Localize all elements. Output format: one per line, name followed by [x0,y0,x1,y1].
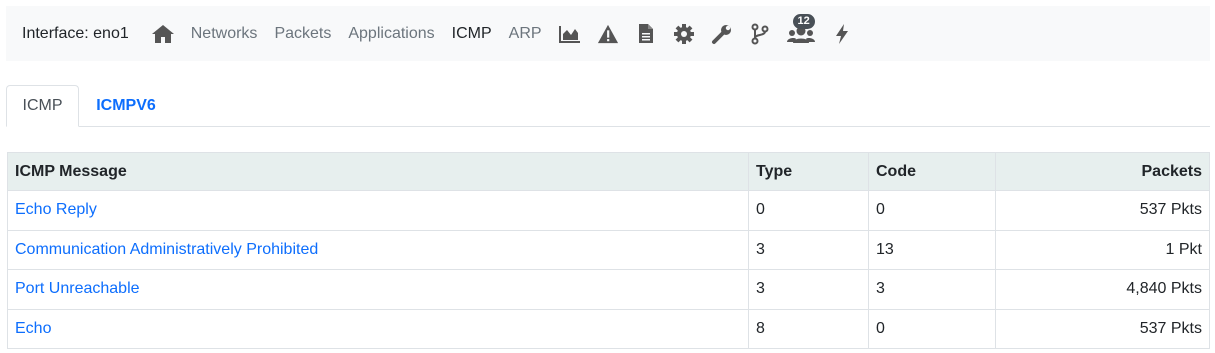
packets-cell: 1 Pkt [995,229,1210,270]
nav-packets[interactable]: Packets [274,25,331,43]
packets-cell: 537 Pkts [995,190,1210,231]
tab-bar: ICMP ICMPV6 [6,85,1210,127]
nav-arp[interactable]: ARP [509,25,542,43]
wrench-icon[interactable] [711,23,733,45]
branch-icon[interactable] [749,23,771,45]
packets-cell: 4,840 Pkts [995,269,1210,310]
table-row: Communication Administratively Prohibite… [7,229,1210,270]
icmp-message-link[interactable]: Echo [15,320,51,337]
nav-applications[interactable]: Applications [348,25,434,43]
warning-icon[interactable] [597,23,619,45]
nav-icmp[interactable]: ICMP [452,25,492,43]
bolt-icon[interactable] [831,23,853,45]
table-row: Echo Reply 0 0 537 Pkts [7,190,1210,231]
nav-networks[interactable]: Networks [191,25,258,43]
tab-icmp[interactable]: ICMP [6,85,79,127]
gear-icon[interactable] [673,23,695,45]
users-icon[interactable]: 12 [786,13,815,45]
column-header-type[interactable]: Type [748,152,869,191]
table-row: Port Unreachable 3 3 4,840 Pkts [7,269,1210,310]
column-header-message[interactable]: ICMP Message [7,152,749,191]
table-row: Echo 8 0 537 Pkts [7,308,1210,349]
tab-icmpv6[interactable]: ICMPV6 [79,85,173,127]
code-cell: 3 [868,269,996,310]
type-cell: 3 [748,269,869,310]
code-cell: 0 [868,308,996,349]
document-icon[interactable] [635,23,657,45]
type-cell: 3 [748,229,869,270]
packets-cell: 537 Pkts [995,308,1210,349]
icmp-message-link[interactable]: Communication Administratively Prohibite… [15,241,318,258]
type-cell: 8 [748,308,869,349]
code-cell: 13 [868,229,996,270]
home-icon[interactable] [151,23,175,45]
type-cell: 0 [748,190,869,231]
column-header-packets[interactable]: Packets [995,152,1210,191]
interface-label: Interface: eno1 [22,24,129,42]
code-cell: 0 [868,190,996,231]
chart-area-icon[interactable] [558,23,581,45]
icmp-table: ICMP Message Type Code Packets Echo Repl… [7,152,1210,349]
icmp-message-link[interactable]: Echo Reply [15,201,97,218]
users-count-badge: 12 [792,13,815,29]
icmp-message-link[interactable]: Port Unreachable [15,280,140,297]
navbar: Interface: eno1 Networks Packets Applica… [6,6,1210,61]
table-header-row: ICMP Message Type Code Packets [7,152,1210,191]
column-header-code[interactable]: Code [868,152,996,191]
